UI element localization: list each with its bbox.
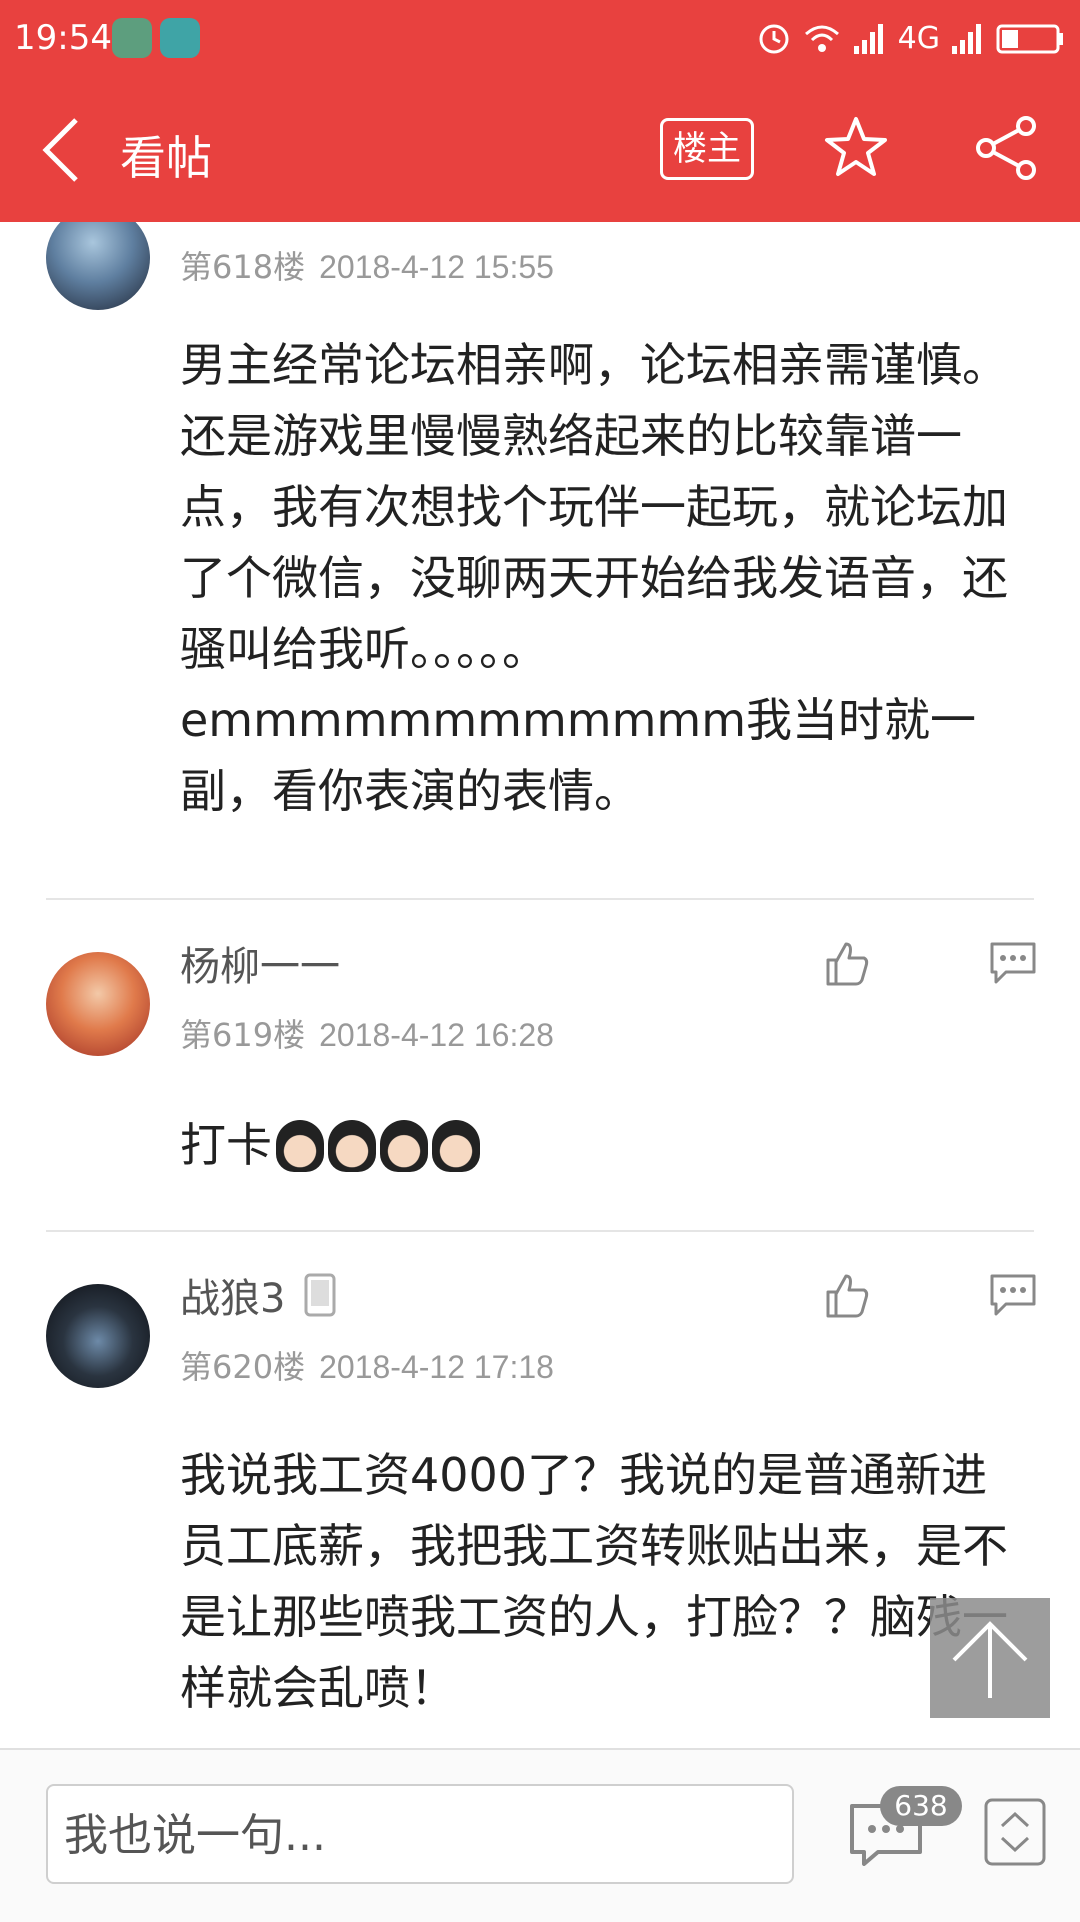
battery-icon bbox=[996, 24, 1063, 54]
scan-app-icon bbox=[160, 18, 200, 58]
composer-bar: 我也说一句... 638 bbox=[0, 1748, 1080, 1922]
username-text: 战狼3 bbox=[180, 1276, 286, 1322]
page-jump-icon[interactable] bbox=[984, 1798, 1046, 1866]
arrow-up-icon bbox=[952, 1621, 1028, 1698]
thumbs-up-icon[interactable] bbox=[822, 1270, 872, 1320]
post-text: 打卡 bbox=[180, 1118, 272, 1172]
app-header-bar: 19:54 4G 看帖 楼主 bbox=[0, 0, 1080, 222]
post-text-container: 打卡 bbox=[180, 1110, 1020, 1181]
mobile-phone-icon bbox=[304, 1273, 336, 1317]
back-arrow-icon[interactable] bbox=[36, 114, 88, 186]
wifi-icon bbox=[804, 25, 839, 52]
emoji-sticker-icon bbox=[380, 1119, 428, 1172]
signal-icon bbox=[853, 24, 883, 54]
network-type: 4G bbox=[897, 20, 940, 56]
reply-item: 战狼3 第620楼 2018-4-12 17:18 我说我工资4000了？我说的是… bbox=[0, 1232, 1080, 1748]
share-icon[interactable] bbox=[972, 114, 1040, 182]
emoji-sticker-icon bbox=[432, 1119, 480, 1172]
reply-list[interactable]: 第618楼 2018-4-12 15:55 男主经常论坛相亲啊，论坛相亲需谨慎。还… bbox=[0, 222, 1080, 1748]
emoji-sticker-icon bbox=[276, 1119, 324, 1172]
comment-count-badge: 638 bbox=[880, 1786, 962, 1826]
comment-input[interactable]: 我也说一句... bbox=[46, 1784, 794, 1884]
thumbs-up-icon[interactable] bbox=[822, 938, 872, 988]
username[interactable]: 杨柳一一 bbox=[180, 934, 340, 992]
avatar[interactable] bbox=[46, 222, 150, 310]
status-indicators: 4G bbox=[756, 18, 1066, 58]
username[interactable]: 战狼3 bbox=[180, 1266, 337, 1324]
post-date: 2018-4-12 17:18 bbox=[319, 1349, 554, 1385]
post-date: 2018-4-12 15:55 bbox=[319, 249, 554, 285]
favorite-star-icon[interactable] bbox=[822, 114, 890, 182]
reply-bubble-icon[interactable] bbox=[988, 1272, 1038, 1318]
post-text: 男主经常论坛相亲啊，论坛相亲需谨慎。还是游戏里慢慢熟络起来的比较靠谱一点，我有次… bbox=[180, 338, 1008, 818]
avatar[interactable] bbox=[46, 1284, 150, 1388]
status-bar: 19:54 4G bbox=[0, 0, 1080, 78]
floor-label: 第618楼 2018-4-12 15:55 bbox=[180, 242, 554, 288]
floor-number: 第620楼 bbox=[180, 1348, 306, 1386]
avatar[interactable] bbox=[46, 952, 150, 1056]
emoji-sticker-icon bbox=[328, 1119, 376, 1172]
reply-bubble-icon[interactable] bbox=[988, 940, 1038, 986]
scroll-to-top-button[interactable] bbox=[930, 1598, 1050, 1718]
floor-number: 第619楼 bbox=[180, 1016, 306, 1054]
reply-item: 第618楼 2018-4-12 15:55 男主经常论坛相亲啊，论坛相亲需谨慎。还… bbox=[0, 222, 1080, 912]
status-time: 19:54 bbox=[14, 18, 112, 58]
security-app-icon bbox=[112, 18, 152, 58]
signal-icon-2 bbox=[952, 24, 981, 54]
reply-item: 杨柳一一 第619楼 2018-4-12 16:28 打卡 bbox=[0, 900, 1080, 1230]
floor-number: 第618楼 bbox=[180, 248, 306, 286]
only-owner-button[interactable]: 楼主 bbox=[660, 118, 754, 180]
post-text: 我说我工资4000了？我说的是普通新进员工底薪，我把我工资转账贴出来，是不是让那… bbox=[180, 1448, 1008, 1715]
alarm-icon bbox=[759, 24, 789, 54]
floor-label: 第619楼 2018-4-12 16:28 bbox=[180, 1010, 554, 1056]
page-title: 看帖 bbox=[120, 131, 212, 185]
post-date: 2018-4-12 16:28 bbox=[319, 1017, 554, 1053]
nav-header: 看帖 楼主 bbox=[0, 78, 1080, 222]
floor-label: 第620楼 2018-4-12 17:18 bbox=[180, 1342, 554, 1388]
